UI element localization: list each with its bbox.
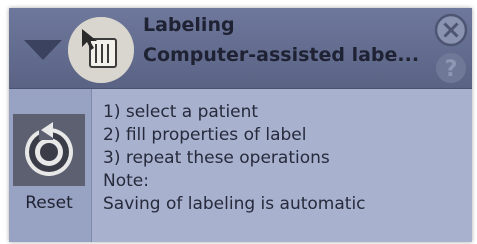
labeling-panel: Labeling Computer-assisted labe... ? Res… <box>9 8 472 242</box>
instruction-line: 3) repeat these operations <box>103 148 330 168</box>
reset-label: Reset <box>25 193 73 213</box>
reset-button[interactable]: Reset <box>13 114 85 213</box>
page-title: Labeling <box>143 14 235 36</box>
triangle-down-icon[interactable] <box>24 40 62 60</box>
note-heading: Note: <box>103 171 149 191</box>
panel-body: Reset 1) select a patient 2) fill proper… <box>9 89 472 242</box>
question-mark-icon[interactable]: ? <box>434 51 468 85</box>
note-text: Saving of labeling is automatic <box>103 194 366 214</box>
page-subtitle: Computer-assisted labe... <box>143 44 420 66</box>
instructions-box: 1) select a patient 2) fill properties o… <box>91 89 472 242</box>
help-glyph: ? <box>445 57 458 82</box>
reset-icon-frame <box>13 114 85 186</box>
grid-table-icon <box>68 17 134 83</box>
panel-header: Labeling Computer-assisted labe... ? <box>9 8 472 89</box>
instruction-line: 1) select a patient <box>103 102 259 122</box>
close-icon[interactable] <box>434 13 468 47</box>
reset-arrow-icon <box>25 122 73 176</box>
instruction-line: 2) fill properties of label <box>103 125 307 145</box>
